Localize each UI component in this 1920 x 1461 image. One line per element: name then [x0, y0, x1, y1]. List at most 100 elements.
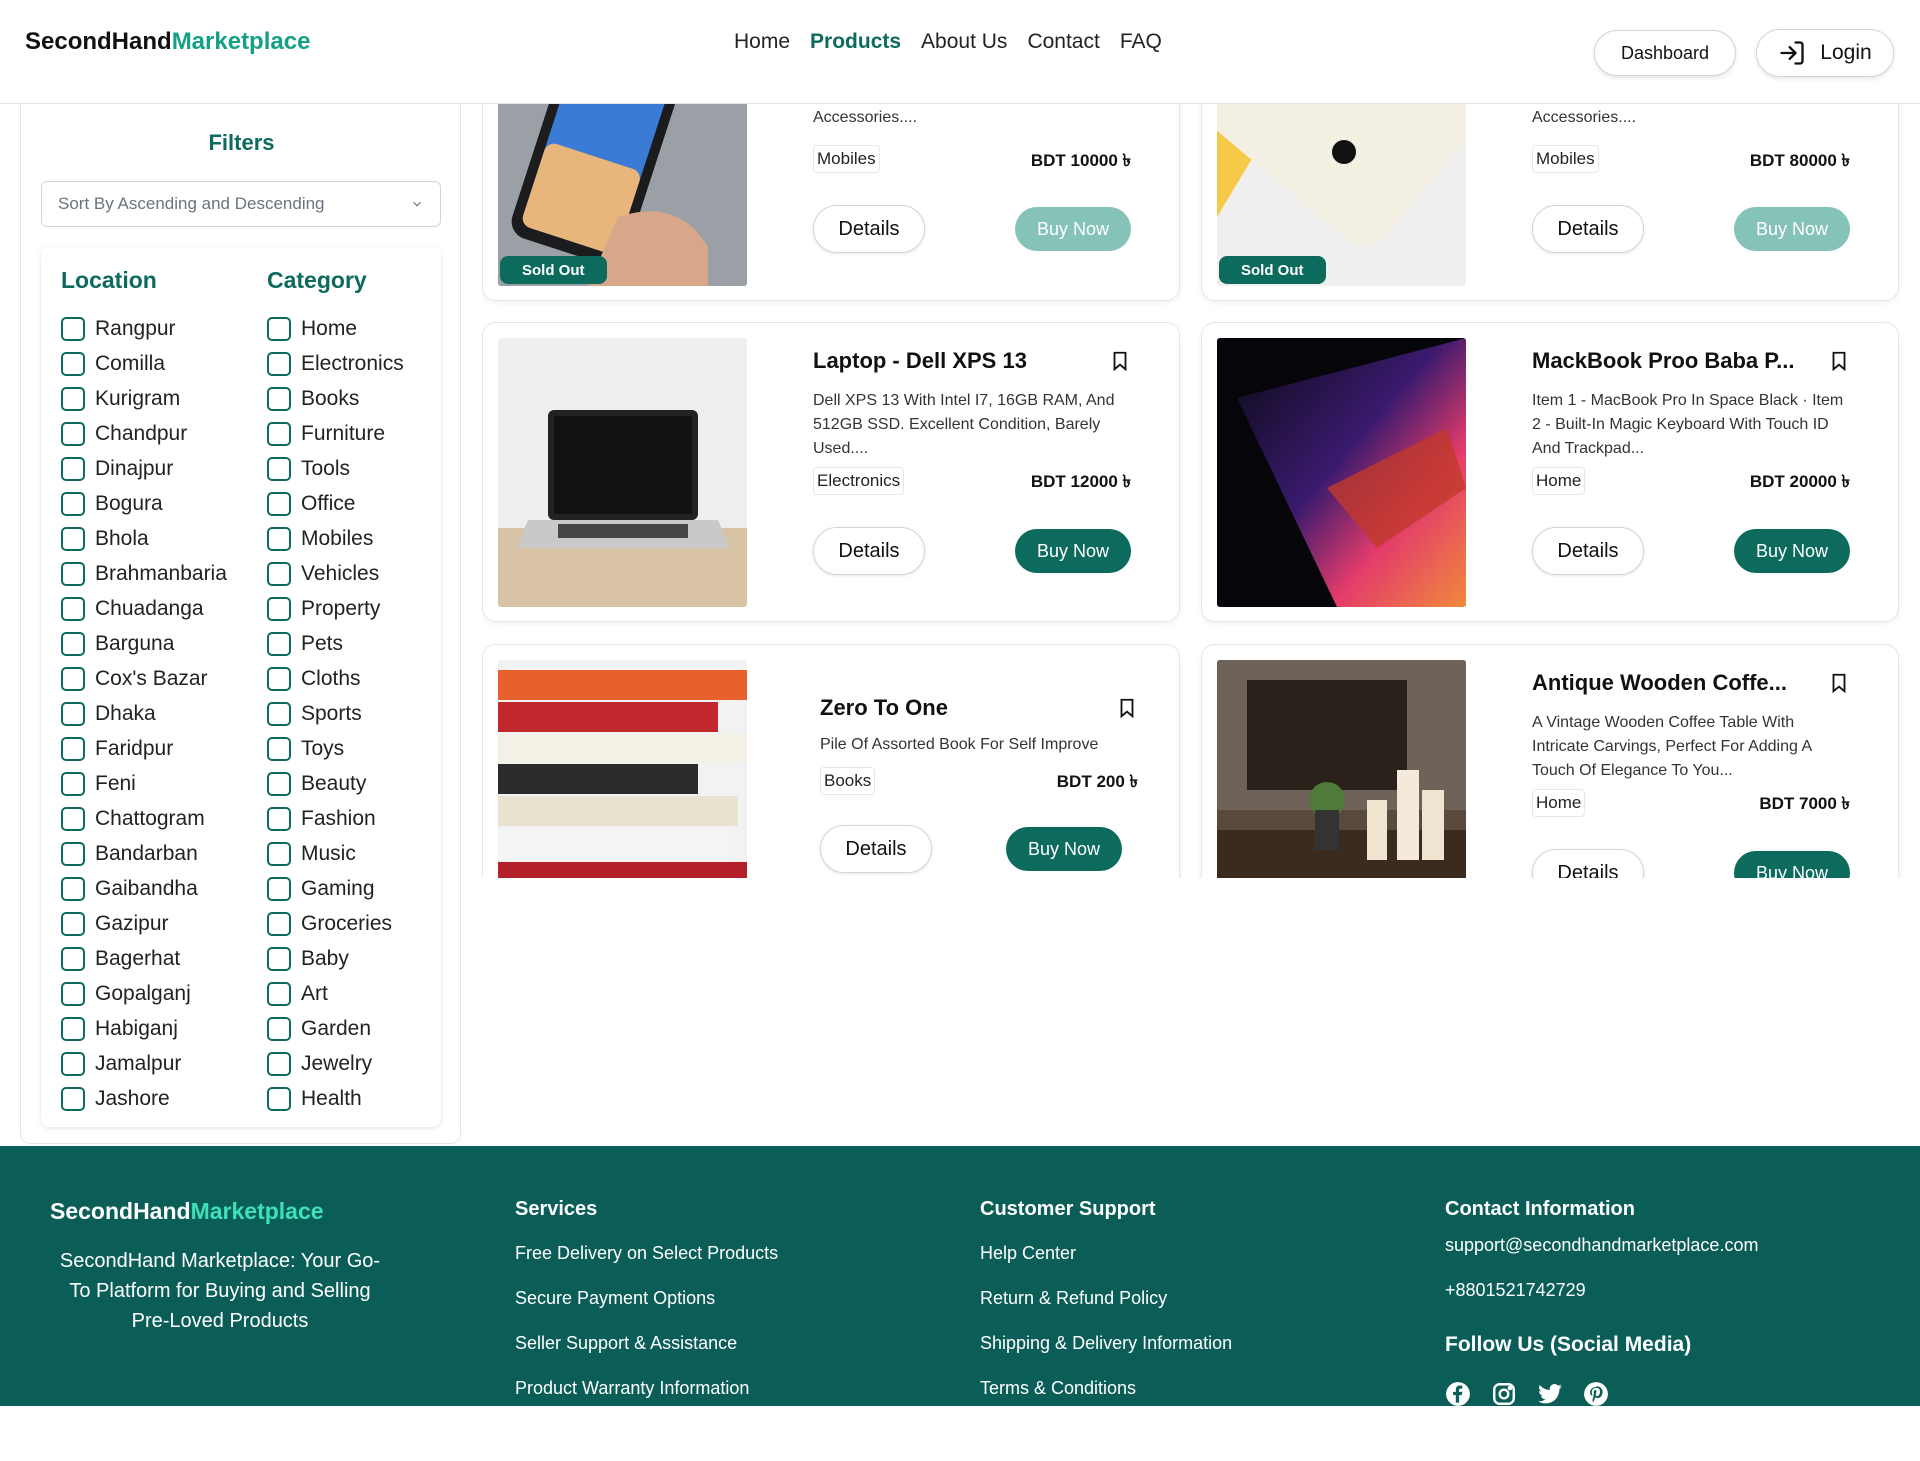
location-option[interactable]: Kurigram: [61, 381, 227, 416]
buy-now-button[interactable]: Buy Now: [1015, 529, 1131, 573]
bookmark-icon[interactable]: [1116, 695, 1138, 721]
category-checkbox[interactable]: [267, 456, 291, 481]
product-image-iphone-back[interactable]: Sold Out: [1217, 104, 1466, 286]
category-option[interactable]: Jewelry: [267, 1046, 404, 1081]
details-button[interactable]: Details: [813, 205, 925, 253]
category-checkbox[interactable]: [267, 1016, 291, 1041]
category-option[interactable]: Office: [267, 486, 404, 521]
login-button[interactable]: Login: [1756, 29, 1894, 77]
location-option[interactable]: Rangpur: [61, 311, 227, 346]
footer-link[interactable]: Terms & Conditions: [980, 1378, 1232, 1406]
category-option[interactable]: Electronics: [267, 346, 404, 381]
category-option[interactable]: Art: [267, 976, 404, 1011]
location-checkbox[interactable]: [61, 1016, 85, 1041]
location-option[interactable]: Jashore: [61, 1081, 227, 1116]
location-checkbox[interactable]: [61, 421, 85, 446]
location-option[interactable]: Chattogram: [61, 801, 227, 836]
location-checkbox[interactable]: [61, 806, 85, 831]
location-option[interactable]: Bagerhat: [61, 941, 227, 976]
footer-link[interactable]: Seller Support & Assistance: [515, 1333, 778, 1378]
location-option[interactable]: Gaibandha: [61, 871, 227, 906]
category-option[interactable]: Health: [267, 1081, 404, 1116]
location-option[interactable]: Comilla: [61, 346, 227, 381]
footer-link[interactable]: Help Center: [980, 1243, 1232, 1288]
location-option[interactable]: Bogura: [61, 486, 227, 521]
location-checkbox[interactable]: [61, 351, 85, 376]
footer-link[interactable]: Product Warranty Information: [515, 1378, 778, 1406]
location-checkbox[interactable]: [61, 736, 85, 761]
category-checkbox[interactable]: [267, 561, 291, 586]
site-logo[interactable]: SecondHandMarketplace: [25, 28, 310, 56]
product-image-coffee-table[interactable]: [1217, 660, 1466, 878]
location-checkbox[interactable]: [61, 981, 85, 1006]
location-checkbox[interactable]: [61, 596, 85, 621]
contact-phone[interactable]: +8801521742729: [1445, 1280, 1758, 1325]
category-option[interactable]: Music: [267, 836, 404, 871]
category-option[interactable]: Fashion: [267, 801, 404, 836]
nav-faq[interactable]: FAQ: [1120, 30, 1162, 54]
category-option[interactable]: Pets: [267, 626, 404, 661]
category-checkbox[interactable]: [267, 736, 291, 761]
buy-now-button[interactable]: Buy Now: [1734, 851, 1850, 878]
footer-link[interactable]: Return & Refund Policy: [980, 1288, 1232, 1333]
nav-home[interactable]: Home: [734, 30, 790, 54]
footer-logo[interactable]: SecondHandMarketplace: [50, 1198, 324, 1225]
category-checkbox[interactable]: [267, 1051, 291, 1076]
twitter-icon[interactable]: [1537, 1381, 1563, 1406]
category-checkbox[interactable]: [267, 1086, 291, 1111]
nav-contact[interactable]: Contact: [1027, 30, 1099, 54]
location-checkbox[interactable]: [61, 561, 85, 586]
category-checkbox[interactable]: [267, 946, 291, 971]
product-image-phone[interactable]: Sold Out: [498, 104, 747, 286]
category-checkbox[interactable]: [267, 491, 291, 516]
sort-select[interactable]: Sort By Ascending and Descending: [41, 181, 441, 227]
location-checkbox[interactable]: [61, 876, 85, 901]
category-option[interactable]: Books: [267, 381, 404, 416]
product-image-macbook[interactable]: [1217, 338, 1466, 607]
location-option[interactable]: Barguna: [61, 626, 227, 661]
location-option[interactable]: Dhaka: [61, 696, 227, 731]
location-option[interactable]: Faridpur: [61, 731, 227, 766]
details-button[interactable]: Details: [820, 825, 932, 873]
category-checkbox[interactable]: [267, 351, 291, 376]
location-checkbox[interactable]: [61, 631, 85, 656]
location-checkbox[interactable]: [61, 946, 85, 971]
location-checkbox[interactable]: [61, 666, 85, 691]
category-checkbox[interactable]: [267, 386, 291, 411]
category-option[interactable]: Garden: [267, 1011, 404, 1046]
category-checkbox[interactable]: [267, 771, 291, 796]
footer-link[interactable]: Shipping & Delivery Information: [980, 1333, 1232, 1378]
location-option[interactable]: Habiganj: [61, 1011, 227, 1046]
category-checkbox[interactable]: [267, 981, 291, 1006]
location-option[interactable]: Gazipur: [61, 906, 227, 941]
location-checkbox[interactable]: [61, 701, 85, 726]
location-checkbox[interactable]: [61, 526, 85, 551]
bookmark-icon[interactable]: [1109, 348, 1131, 374]
location-checkbox[interactable]: [61, 771, 85, 796]
details-button[interactable]: Details: [1532, 849, 1644, 878]
bookmark-icon[interactable]: [1828, 670, 1850, 696]
category-checkbox[interactable]: [267, 421, 291, 446]
footer-link[interactable]: Free Delivery on Select Products: [515, 1243, 778, 1288]
category-option[interactable]: Furniture: [267, 416, 404, 451]
category-option[interactable]: Baby: [267, 941, 404, 976]
nav-about[interactable]: About Us: [921, 30, 1007, 54]
location-option[interactable]: Bhola: [61, 521, 227, 556]
location-checkbox[interactable]: [61, 456, 85, 481]
location-option[interactable]: Chandpur: [61, 416, 227, 451]
details-button[interactable]: Details: [813, 527, 925, 575]
instagram-icon[interactable]: [1491, 1381, 1517, 1406]
location-option[interactable]: Brahmanbaria: [61, 556, 227, 591]
product-image-laptop[interactable]: [498, 338, 747, 607]
category-checkbox[interactable]: [267, 911, 291, 936]
location-option[interactable]: Gopalganj: [61, 976, 227, 1011]
category-checkbox[interactable]: [267, 666, 291, 691]
category-option[interactable]: Toys: [267, 731, 404, 766]
category-option[interactable]: Tools: [267, 451, 404, 486]
category-option[interactable]: Beauty: [267, 766, 404, 801]
buy-now-button[interactable]: Buy Now: [1734, 529, 1850, 573]
category-option[interactable]: Groceries: [267, 906, 404, 941]
category-checkbox[interactable]: [267, 701, 291, 726]
details-button[interactable]: Details: [1532, 205, 1644, 253]
location-option[interactable]: Jamalpur: [61, 1046, 227, 1081]
